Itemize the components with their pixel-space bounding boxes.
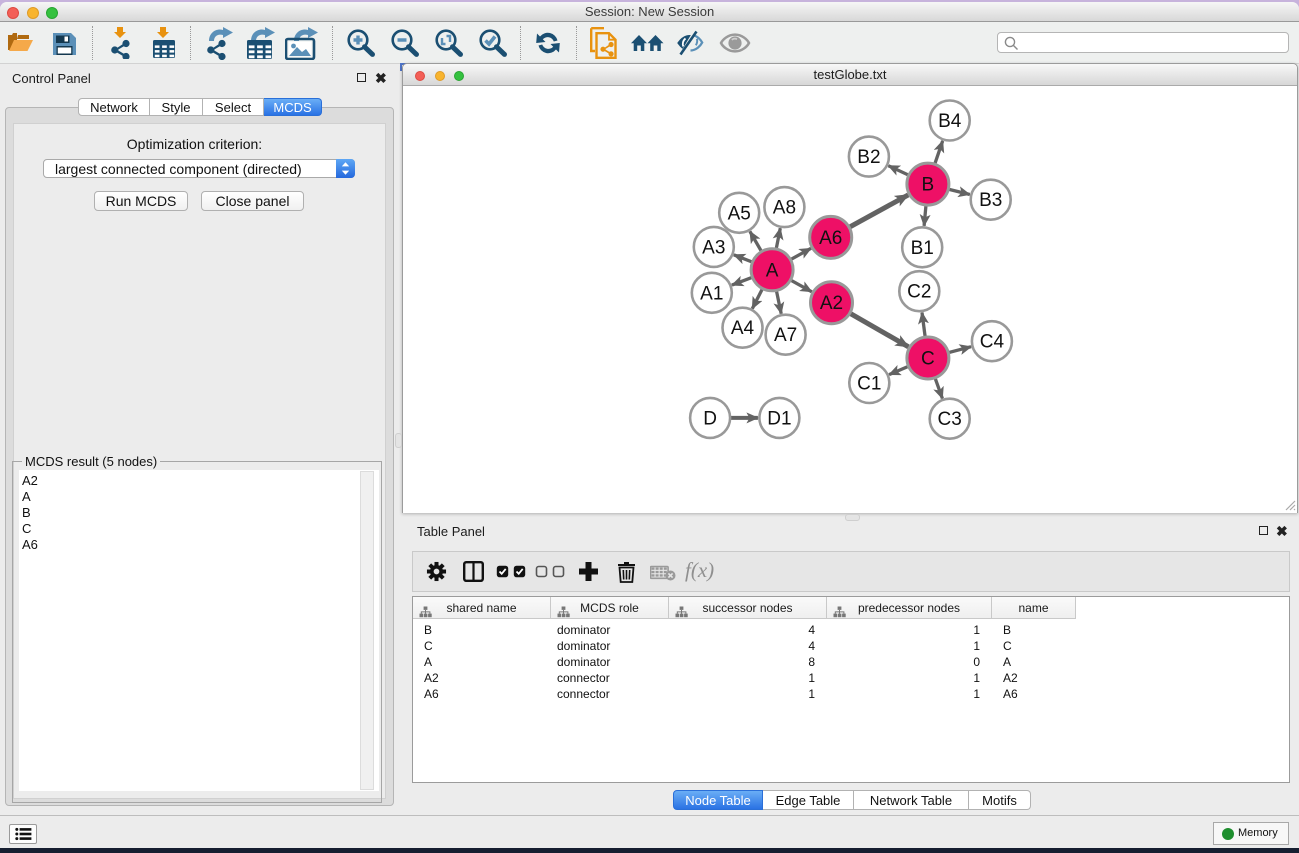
svg-text:B4: B4	[938, 111, 962, 132]
svg-text:B: B	[922, 175, 935, 196]
svg-text:A4: A4	[731, 318, 755, 339]
svg-text:A1: A1	[700, 283, 723, 304]
svg-text:C2: C2	[907, 282, 931, 303]
svg-text:A7: A7	[774, 325, 797, 346]
svg-text:D1: D1	[767, 408, 791, 429]
svg-text:B3: B3	[979, 190, 1002, 211]
svg-text:C4: C4	[980, 332, 1005, 353]
svg-text:A5: A5	[728, 203, 751, 224]
svg-text:B2: B2	[857, 147, 880, 168]
svg-text:D: D	[703, 408, 717, 429]
svg-text:A8: A8	[773, 198, 796, 219]
svg-text:C1: C1	[857, 374, 881, 395]
svg-text:C3: C3	[938, 409, 962, 430]
svg-text:B1: B1	[911, 238, 934, 259]
svg-text:A2: A2	[820, 293, 843, 314]
svg-text:C: C	[921, 349, 935, 370]
svg-text:A3: A3	[702, 237, 725, 258]
svg-text:A6: A6	[819, 228, 842, 249]
svg-text:A: A	[766, 260, 779, 281]
